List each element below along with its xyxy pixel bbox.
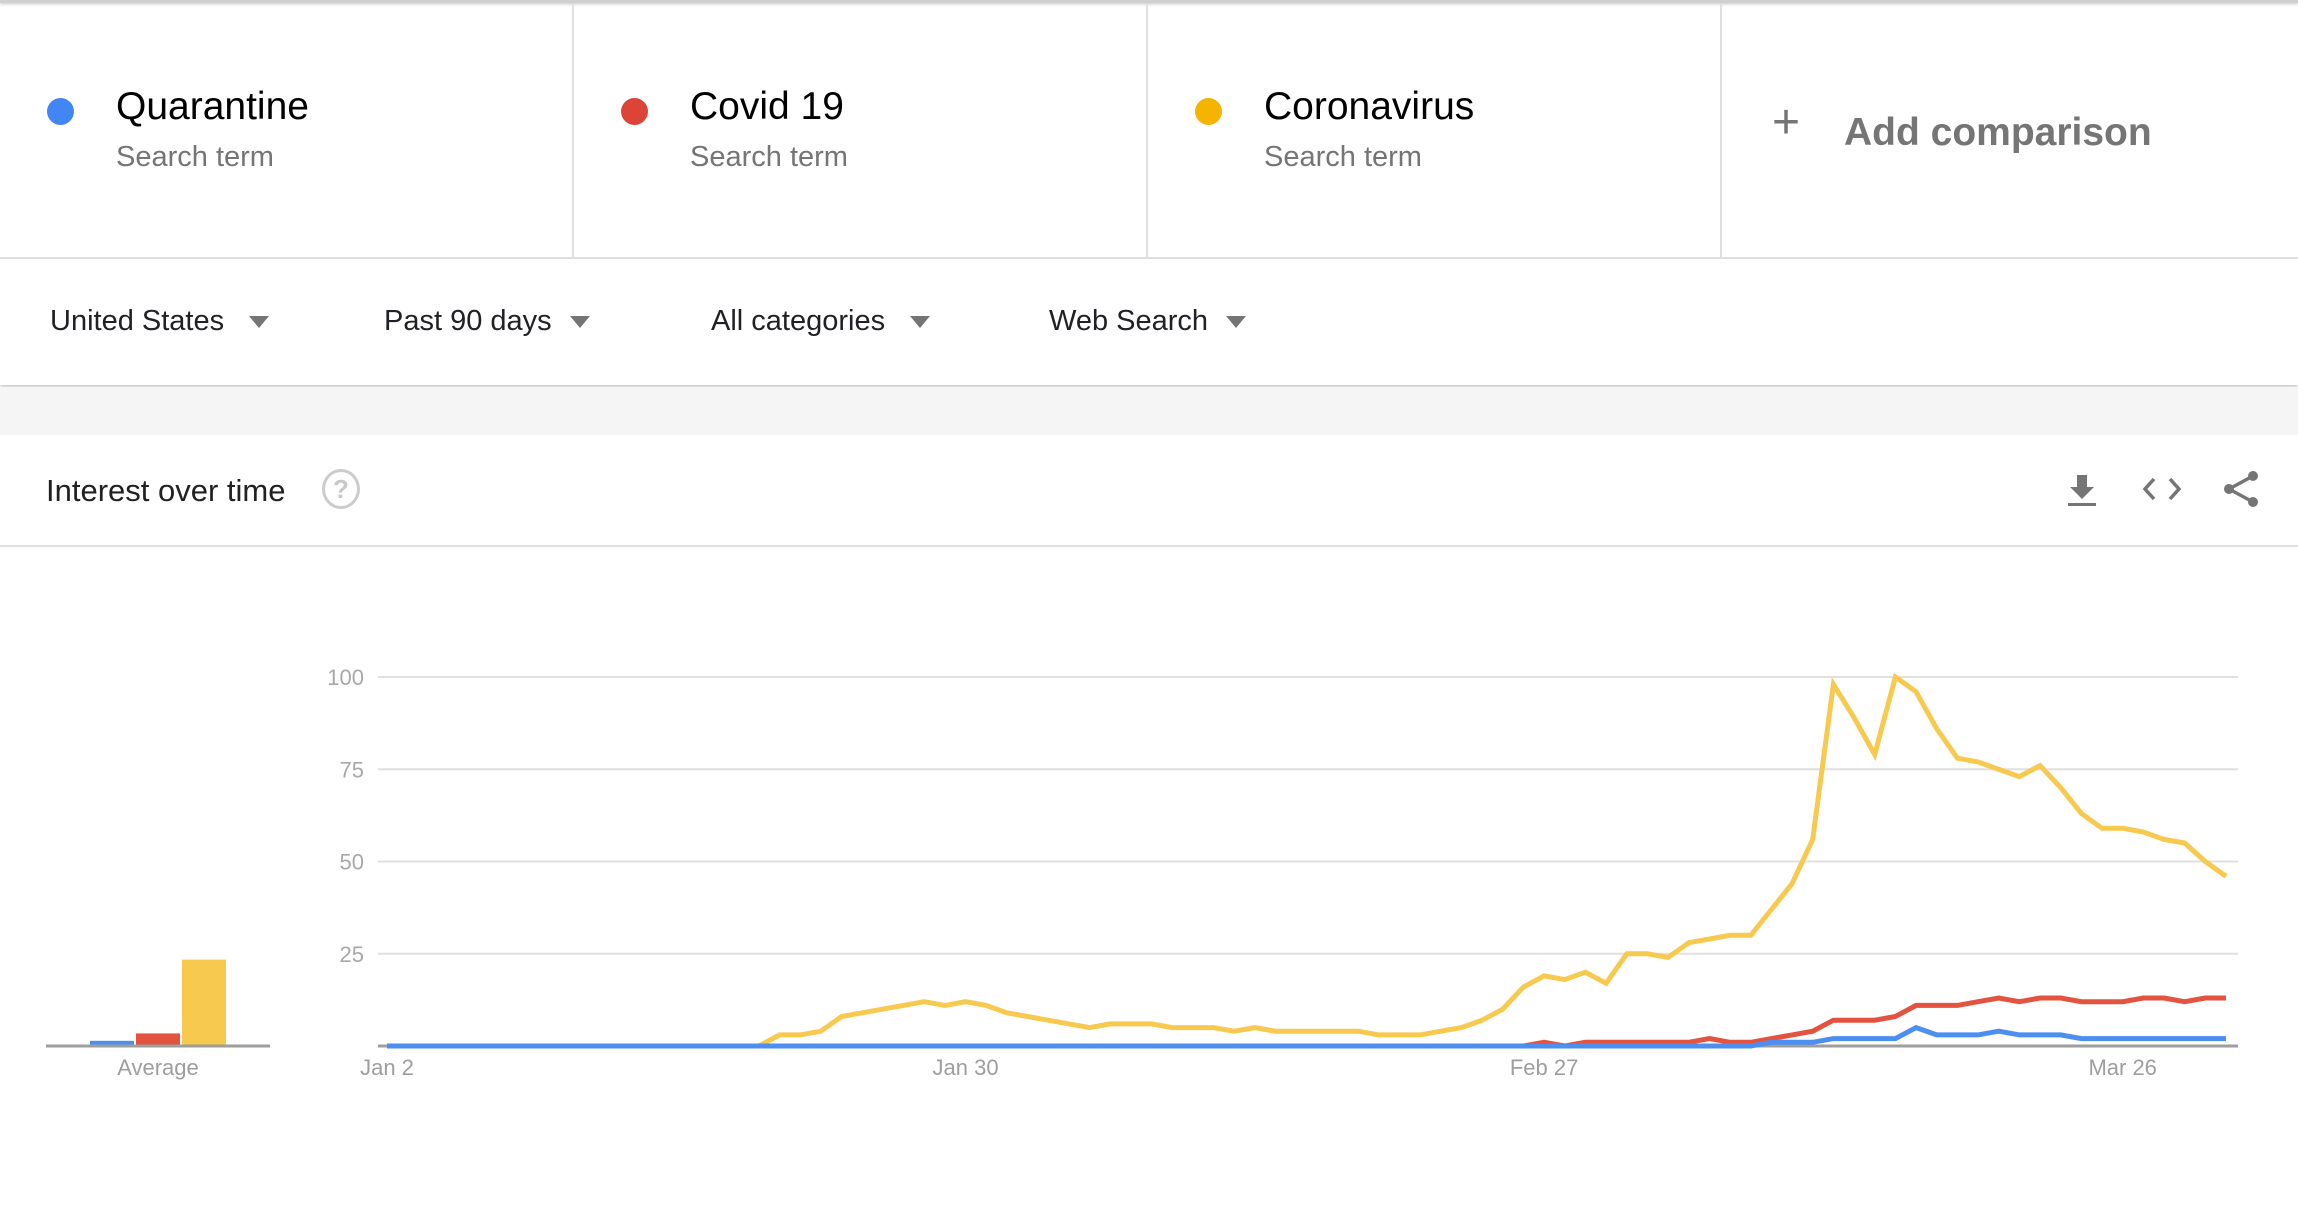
x-tick-label: Jan 30 [933, 1055, 999, 1080]
series-color-dot [1195, 98, 1222, 125]
series-color-dot [47, 98, 74, 125]
term-name[interactable]: Quarantine [116, 85, 309, 129]
region-dropdown[interactable]: United States [50, 305, 270, 338]
y-tick-label: 75 [340, 757, 364, 782]
interest-over-time-chart: Average 25 50 75 100 Jan 2 Jan 30 Feb 27 Mar 2… [46, 665, 2238, 1080]
term-name[interactable]: Coronavirus [1264, 85, 1474, 129]
gridlines [378, 676, 2238, 1048]
download-icon[interactable] [2060, 467, 2104, 511]
plus-icon: + [1772, 96, 1801, 149]
x-tick-label: Mar 26 [2088, 1055, 2156, 1080]
term-card-coronavirus[interactable]: Coronavirus Search term [1148, 3, 1722, 257]
caret-down-icon [249, 315, 270, 328]
search-type-dropdown[interactable]: Web Search [1049, 305, 1247, 338]
average-label: Average [117, 1055, 199, 1080]
series-line-covid-19 [387, 995, 2226, 1049]
filter-bar: United States Past 90 days All categorie… [0, 259, 2298, 385]
y-tick-label: 100 [327, 665, 364, 690]
term-type: Search term [690, 141, 848, 173]
average-bar-coronavirus [182, 959, 226, 1045]
caret-down-icon [1226, 315, 1247, 328]
average-bar-chart: Average [46, 959, 270, 1080]
add-comparison-label: Add comparison [1844, 111, 2152, 154]
caret-down-icon [910, 315, 931, 328]
card-title: Interest over time [46, 473, 286, 508]
section-spacer [0, 387, 2298, 435]
interest-over-time-header: Interest over time ? [0, 435, 2298, 547]
y-tick-label: 25 [340, 942, 364, 967]
category-label: All categories [711, 305, 886, 337]
y-tick-label: 50 [340, 850, 364, 875]
x-tick-label: Feb 27 [1510, 1055, 1579, 1080]
term-type: Search term [116, 141, 274, 173]
average-bar-covid-19 [136, 1033, 180, 1045]
term-type: Search term [1264, 141, 1422, 173]
x-axis-ticks: Jan 2 Jan 30 Feb 27 Mar 26 [360, 1055, 2157, 1080]
term-card-quarantine[interactable]: Quarantine Search term [0, 3, 574, 257]
series-color-dot [621, 98, 648, 125]
region-label: United States [50, 305, 225, 337]
average-bar-quarantine [90, 1040, 134, 1045]
category-dropdown[interactable]: All categories [711, 305, 931, 338]
x-tick-label: Jan 2 [360, 1055, 414, 1080]
search-type-label: Web Search [1049, 305, 1209, 337]
time-range-dropdown[interactable]: Past 90 days [384, 305, 590, 338]
y-axis-ticks: 25 50 75 100 [327, 665, 364, 967]
time-range-label: Past 90 days [384, 305, 552, 337]
add-comparison-button[interactable]: + Add comparison [1722, 3, 2298, 257]
term-name[interactable]: Covid 19 [690, 85, 844, 129]
term-card-covid-19[interactable]: Covid 19 Search term [574, 3, 1148, 257]
caret-down-icon [569, 315, 590, 328]
embed-code-icon[interactable] [2140, 467, 2184, 511]
share-icon[interactable] [2220, 467, 2264, 511]
comparison-terms: Quarantine Search term Covid 19 Search t… [0, 3, 2298, 259]
help-icon[interactable]: ? [322, 469, 360, 509]
